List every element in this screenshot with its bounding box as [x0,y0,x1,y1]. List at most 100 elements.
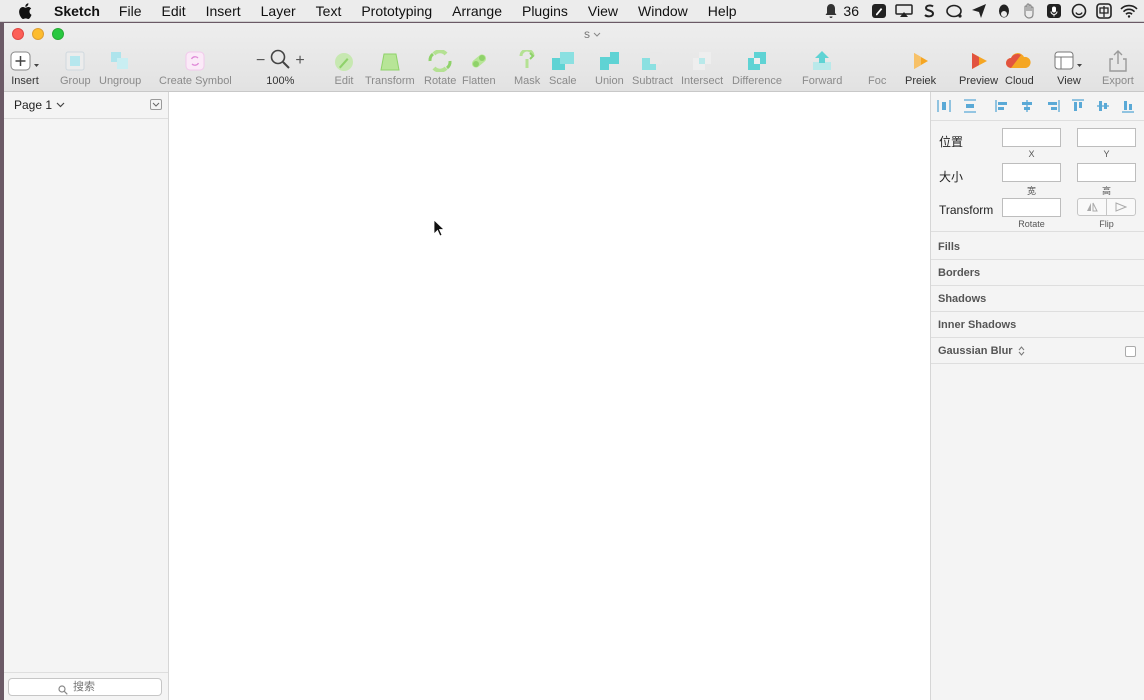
wifi-icon[interactable] [1120,3,1138,19]
gaussian-blur-checkbox[interactable] [1125,346,1136,357]
ungroup-button[interactable]: Ungroup [99,49,141,89]
edit-button[interactable]: Edit [333,49,355,89]
gaussian-blur-section[interactable]: Gaussian Blur [931,338,1144,364]
fills-section[interactable]: Fills [931,234,1144,260]
view-button[interactable]: View [1054,49,1084,89]
union-button[interactable]: Union [595,49,624,89]
zoom-level: 100% [266,75,295,87]
hand-icon[interactable] [1020,3,1038,19]
y-position-input[interactable] [1077,128,1136,147]
forward-button[interactable]: Forward [802,49,842,89]
align-top-icon[interactable] [1071,99,1085,113]
height-input[interactable] [1077,163,1136,182]
send-icon[interactable] [970,3,988,19]
size-label: 大小 [939,170,964,184]
intersect-button[interactable]: Intersect [681,49,723,89]
notification-bell-icon[interactable] [822,3,840,19]
create-symbol-button[interactable]: Create Symbol [159,49,232,89]
menu-text[interactable]: Text [316,3,342,19]
pages-menu-button[interactable] [150,99,162,110]
layer-search-bar [4,672,168,700]
preview-button[interactable]: Preview [959,49,998,89]
cloud-icon [1005,49,1033,73]
input-method-icon[interactable] [1095,3,1113,19]
transform-button[interactable]: Transform [365,49,415,89]
size-row: 大小 宽 高 [931,159,1144,196]
group-button[interactable]: Group [60,49,91,89]
export-button[interactable]: Export [1102,49,1134,89]
s-app-icon[interactable] [920,3,938,19]
rotate-button[interactable]: Rotate [424,49,456,89]
width-input[interactable] [1002,163,1061,182]
plus-icon [10,49,40,73]
smile-icon[interactable] [1070,3,1088,19]
menu-plugins[interactable]: Plugins [522,3,568,19]
transform-icon [379,49,401,73]
flip-horizontal-button[interactable] [1078,199,1106,215]
focus-button[interactable]: Foc [868,49,886,89]
zoom-out-button[interactable]: − [252,52,269,70]
focus-icon [872,49,882,73]
layer-search-input[interactable] [8,678,162,696]
cloud-button[interactable]: Cloud [1005,49,1034,89]
window-close-button[interactable] [12,28,24,40]
rotate-input[interactable] [1002,198,1061,217]
chat-icon[interactable] [945,3,963,19]
menu-prototyping[interactable]: Prototyping [361,3,432,19]
insert-button[interactable]: Insert [10,49,40,89]
menu-insert[interactable]: Insert [206,3,241,19]
difference-icon [745,49,769,73]
magnifier-icon [269,48,291,75]
menu-file[interactable]: File [119,3,142,19]
preview-play-icon [968,49,990,73]
mask-button[interactable]: Mask [514,49,540,89]
y-label: Y [1103,149,1110,159]
window-zoom-button[interactable] [52,28,64,40]
pages-layers-panel: Page 1 [4,92,169,700]
menu-help[interactable]: Help [708,3,737,19]
alignment-toolbar [931,92,1144,121]
current-page-name: Page 1 [14,98,53,112]
align-right-icon[interactable] [1046,99,1060,113]
flip-vertical-button[interactable] [1106,199,1135,215]
borders-section[interactable]: Borders [931,260,1144,286]
pen-app-icon[interactable] [870,3,888,19]
gaussian-blur-label: Gaussian Blur [938,344,1013,357]
inner-shadows-section[interactable]: Inner Shadows [931,312,1144,338]
zoom-in-button[interactable]: + [291,52,308,70]
transform-row: Transform Rotate Flip [931,194,1144,232]
align-left-icon[interactable] [995,99,1009,113]
page-selector[interactable]: Page 1 [4,92,168,119]
airplay-icon[interactable] [895,3,913,19]
subtract-button[interactable]: Subtract [632,49,673,89]
flatten-button[interactable]: Flatten [462,49,496,89]
align-middle-vertical-icon[interactable] [1096,99,1110,113]
qq-penguin-icon[interactable] [995,3,1013,19]
menu-window[interactable]: Window [638,3,688,19]
mic-app-icon[interactable] [1045,3,1063,19]
distribute-horizontal-icon[interactable] [937,99,951,113]
menu-arrange[interactable]: Arrange [452,3,502,19]
menu-app-name[interactable]: Sketch [54,3,100,19]
prototype-preview-button[interactable]: Preiek [905,49,936,89]
group-icon [64,49,86,73]
window-minimize-button[interactable] [32,28,44,40]
up-down-chevron-icon[interactable] [1018,345,1025,356]
align-bottom-icon[interactable] [1121,99,1135,113]
menu-edit[interactable]: Edit [161,3,185,19]
align-center-horizontal-icon[interactable] [1020,99,1034,113]
share-export-icon [1107,49,1129,73]
apple-icon[interactable] [18,2,38,19]
menu-view[interactable]: View [588,3,618,19]
shadows-section[interactable]: Shadows [931,286,1144,312]
flatten-icon [468,49,490,73]
x-position-input[interactable] [1002,128,1061,147]
scale-button[interactable]: Scale [549,49,577,89]
distribute-vertical-icon[interactable] [963,99,977,113]
rotate-icon [427,49,453,73]
difference-button[interactable]: Difference [732,49,782,89]
document-title[interactable]: s [584,27,601,41]
play-icon [910,49,932,73]
menu-layer[interactable]: Layer [261,3,296,19]
canvas[interactable] [169,92,930,700]
